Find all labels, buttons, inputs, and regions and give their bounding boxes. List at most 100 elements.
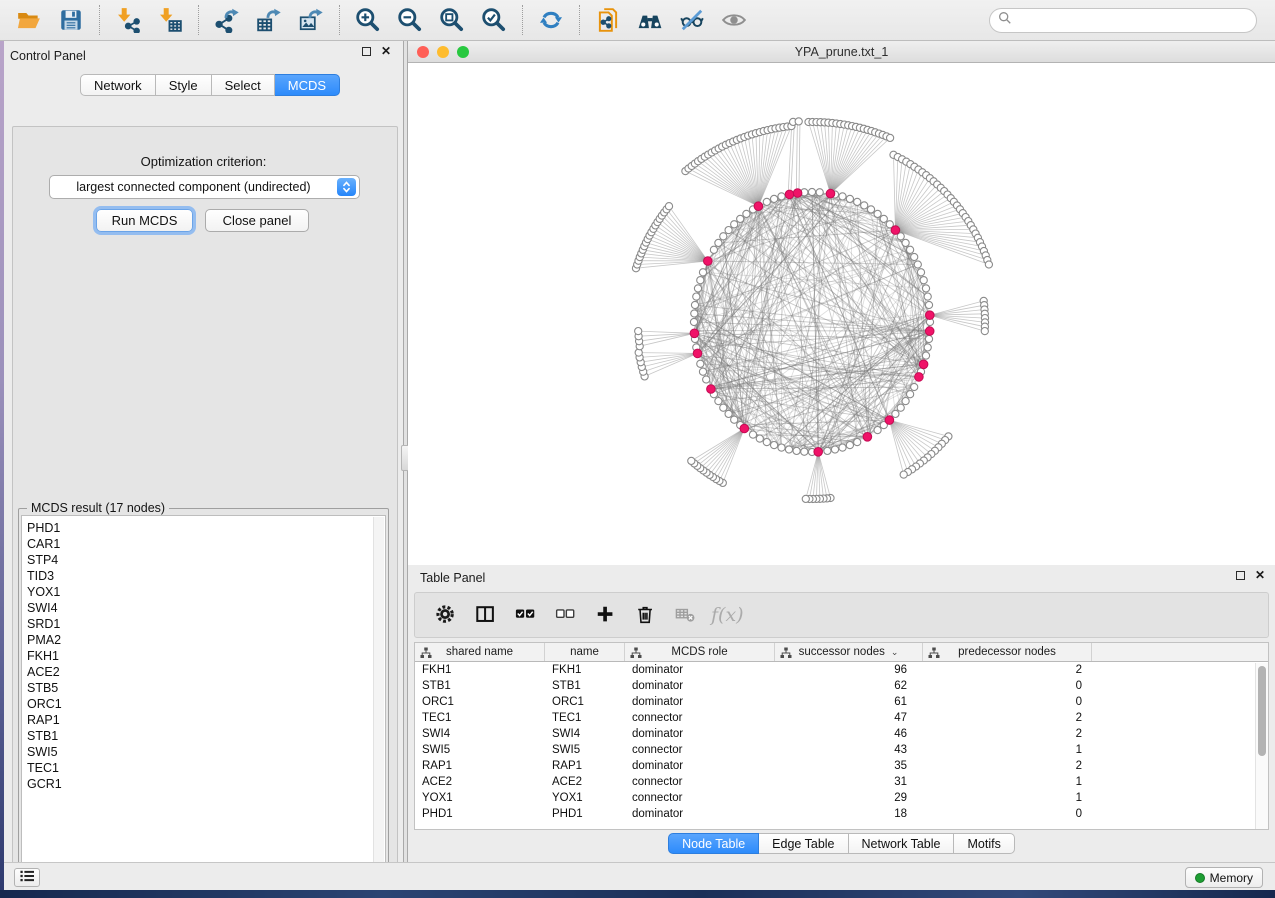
table-row[interactable]: SWI4SWI4dominator462 <box>415 726 1268 742</box>
column-header-successor-nodes[interactable]: successor nodes⌄ <box>775 643 923 661</box>
zoom-fit-icon[interactable] <box>437 5 467 35</box>
tab-style[interactable]: Style <box>156 74 212 96</box>
result-node-item[interactable]: SWI4 <box>22 600 385 616</box>
select-all-icon[interactable] <box>509 600 543 630</box>
network-titlebar: YPA_prune.txt_1 <box>408 41 1275 63</box>
tab-select[interactable]: Select <box>212 74 275 96</box>
table-toolbar: f(x) <box>414 592 1269 638</box>
result-list-scrollbar[interactable] <box>373 517 384 877</box>
table-header-row: shared namenameMCDS rolesuccessor nodes⌄… <box>415 643 1268 662</box>
refresh-icon[interactable] <box>536 5 566 35</box>
memory-status-icon <box>1195 873 1205 883</box>
cell-successor-nodes: 47 <box>775 710 923 726</box>
tab-node-table[interactable]: Node Table <box>668 833 759 854</box>
result-node-item[interactable]: FKH1 <box>22 648 385 664</box>
toolbar-separator <box>339 5 340 35</box>
table-row[interactable]: STB1STB1dominator620 <box>415 678 1268 694</box>
table-row[interactable]: YOX1YOX1connector291 <box>415 790 1268 806</box>
add-row-icon[interactable] <box>589 600 623 630</box>
result-node-item[interactable]: STB1 <box>22 728 385 744</box>
table-row[interactable]: RAP1RAP1dominator352 <box>415 758 1268 774</box>
cell-name: SWI5 <box>545 742 625 758</box>
result-node-item[interactable]: SRD1 <box>22 616 385 632</box>
cell-name: STB1 <box>545 678 625 694</box>
float-table-panel-icon[interactable] <box>1236 571 1245 580</box>
zoom-in-icon[interactable] <box>353 5 383 35</box>
table-row[interactable]: TEC1TEC1connector472 <box>415 710 1268 726</box>
column-split-icon[interactable] <box>469 600 503 630</box>
result-node-item[interactable]: ACE2 <box>22 664 385 680</box>
node-table[interactable]: shared namenameMCDS rolesuccessor nodes⌄… <box>414 642 1269 830</box>
import-table-icon[interactable] <box>155 5 185 35</box>
column-label: successor nodes <box>799 646 885 658</box>
share-document-icon[interactable] <box>593 5 623 35</box>
task-history-button[interactable] <box>14 868 40 887</box>
tab-edge-table[interactable]: Edge Table <box>759 833 848 854</box>
result-node-item[interactable]: CAR1 <box>22 536 385 552</box>
cell-name: YOX1 <box>545 790 625 806</box>
column-header-MCDS-role[interactable]: MCDS role <box>625 643 775 661</box>
table-row[interactable]: SWI5SWI5connector431 <box>415 742 1268 758</box>
table-scrollbar[interactable] <box>1255 663 1268 830</box>
cell-shared-name: ORC1 <box>415 694 545 710</box>
export-table-icon[interactable] <box>254 5 284 35</box>
table-row[interactable]: PHD1PHD1dominator180 <box>415 806 1268 822</box>
result-node-item[interactable]: STP4 <box>22 552 385 568</box>
tab-network-table[interactable]: Network Table <box>849 833 955 854</box>
cell-predecessor-nodes: 1 <box>923 790 1092 806</box>
tab-mcds[interactable]: MCDS <box>275 74 340 96</box>
hide-details-icon[interactable] <box>677 5 707 35</box>
column-header-name[interactable]: name <box>545 643 625 661</box>
result-node-item[interactable]: ORC1 <box>22 696 385 712</box>
search-field[interactable] <box>989 8 1257 33</box>
list-icon <box>20 869 34 887</box>
export-image-icon[interactable] <box>296 5 326 35</box>
tab-network[interactable]: Network <box>80 74 156 96</box>
cell-successor-nodes: 96 <box>775 662 923 678</box>
search-network-icon[interactable] <box>635 5 665 35</box>
import-network-icon[interactable] <box>113 5 143 35</box>
table-scrollbar-thumb[interactable] <box>1258 666 1266 756</box>
deselect-all-icon[interactable] <box>549 600 583 630</box>
cell-name: RAP1 <box>545 758 625 774</box>
table-row[interactable]: ACE2ACE2connector311 <box>415 774 1268 790</box>
export-network-icon[interactable] <box>212 5 242 35</box>
table-row[interactable]: ORC1ORC1dominator610 <box>415 694 1268 710</box>
network-canvas[interactable] <box>408 63 1275 565</box>
close-panel-button[interactable]: Close panel <box>205 209 309 232</box>
result-node-item[interactable]: PMA2 <box>22 632 385 648</box>
mcds-result-list[interactable]: PHD1CAR1STP4TID3YOX1SWI4SRD1PMA2FKH1ACE2… <box>21 515 386 877</box>
result-node-item[interactable]: TEC1 <box>22 760 385 776</box>
open-icon[interactable] <box>14 5 44 35</box>
close-panel-icon[interactable]: ✕ <box>381 47 391 56</box>
result-node-item[interactable]: YOX1 <box>22 584 385 600</box>
run-mcds-button[interactable]: Run MCDS <box>96 209 193 232</box>
control-panel-title: Control Panel <box>10 49 86 63</box>
cell-MCDS-role: dominator <box>625 806 775 822</box>
optimization-criterion-select[interactable]: largest connected component (undirected) <box>49 175 360 199</box>
column-header-shared-name[interactable]: shared name <box>415 643 545 661</box>
cell-name: FKH1 <box>545 662 625 678</box>
float-panel-icon[interactable] <box>362 47 371 56</box>
cell-predecessor-nodes: 2 <box>923 726 1092 742</box>
result-node-item[interactable]: SWI5 <box>22 744 385 760</box>
result-node-item[interactable]: RAP1 <box>22 712 385 728</box>
result-node-item[interactable]: TID3 <box>22 568 385 584</box>
save-icon[interactable] <box>56 5 86 35</box>
delete-row-icon[interactable] <box>629 600 663 630</box>
result-node-item[interactable]: PHD1 <box>22 520 385 536</box>
column-header-predecessor-nodes[interactable]: predecessor nodes <box>923 643 1092 661</box>
settings-gear-icon[interactable] <box>429 600 463 630</box>
table-row[interactable]: FKH1FKH1dominator962 <box>415 662 1268 678</box>
zoom-selected-icon[interactable] <box>479 5 509 35</box>
network-graph[interactable] <box>408 63 1275 565</box>
function-fx-icon: f(x) <box>711 604 744 626</box>
tab-motifs[interactable]: Motifs <box>954 833 1014 854</box>
cell-predecessor-nodes: 2 <box>923 758 1092 774</box>
memory-button[interactable]: Memory <box>1185 867 1263 888</box>
result-node-item[interactable]: STB5 <box>22 680 385 696</box>
result-node-item[interactable]: GCR1 <box>22 776 385 792</box>
close-table-panel-icon[interactable]: ✕ <box>1255 571 1265 580</box>
zoom-out-icon[interactable] <box>395 5 425 35</box>
search-input[interactable] <box>1017 11 1256 31</box>
